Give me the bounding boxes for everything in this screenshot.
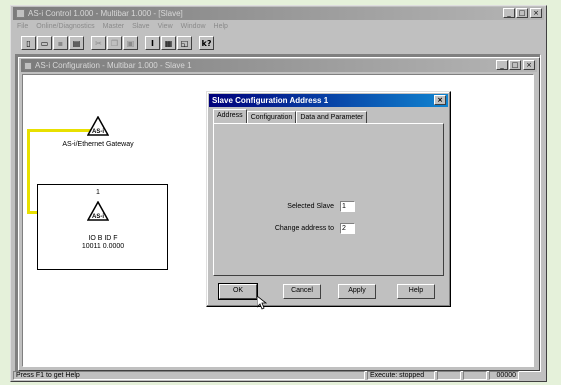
mouse-cursor-icon	[257, 296, 267, 310]
app-title: AS-i Control 1.000 - Multibar 1.000 - [S…	[28, 9, 183, 18]
selected-slave-label: Selected Slave	[287, 203, 334, 210]
dialog-titlebar[interactable]: Slave Configuration Address 1 ×	[209, 94, 448, 107]
slave-number: 1	[96, 189, 100, 196]
change-address-label: Change address to	[274, 225, 334, 232]
toolbar: ▯ ▭ ▪ ▤ ✂ ❐ ▣ I ▦ ◱ k?	[13, 34, 544, 52]
slave-configuration-dialog: Slave Configuration Address 1 × Address …	[206, 91, 451, 307]
svg-text:AS-i: AS-i	[92, 214, 104, 220]
status-blank-2	[463, 370, 487, 380]
menu-master[interactable]: Master	[103, 21, 124, 33]
slave-icon[interactable]: AS-i	[87, 201, 109, 221]
menu-slave[interactable]: Slave	[132, 21, 150, 33]
properties-icon[interactable]: ▦	[161, 36, 176, 50]
svg-text:AS-i: AS-i	[92, 129, 104, 135]
child-minimize-icon[interactable]: _	[496, 60, 508, 70]
child-close-icon[interactable]: ×	[523, 60, 535, 70]
menu-window[interactable]: Window	[181, 21, 206, 33]
apply-button[interactable]: Apply	[338, 284, 376, 299]
gateway-icon[interactable]: AS-i	[87, 116, 109, 136]
print-icon[interactable]: ▤	[69, 36, 84, 50]
paste-icon[interactable]: ▣	[123, 36, 138, 50]
connection-line-vertical	[27, 129, 30, 214]
status-blank-1	[437, 370, 461, 380]
status-help-text: Press F1 to get Help	[13, 370, 365, 380]
child-title: AS-i Configuration - Multibar 1.000 - Sl…	[35, 61, 192, 70]
menubar: File Online/Diagnostics Master Slave Vie…	[13, 21, 544, 33]
menu-online[interactable]: Online/Diagnostics	[36, 21, 94, 33]
minimize-icon[interactable]: _	[503, 8, 515, 18]
dialog-close-icon[interactable]: ×	[434, 95, 446, 105]
info-icon[interactable]: I	[145, 36, 160, 50]
status-execute: Execute: stopped	[367, 370, 435, 380]
child-titlebar[interactable]: AS-i Configuration - Multibar 1.000 - Sl…	[21, 59, 537, 72]
status-counter: 00000	[489, 370, 519, 380]
tab-configuration[interactable]: Configuration	[246, 111, 297, 123]
help-button[interactable]: Help	[397, 284, 435, 299]
slave-box[interactable]	[37, 184, 168, 270]
open-icon[interactable]: ▭	[37, 36, 52, 50]
menu-file[interactable]: File	[17, 21, 28, 33]
help-cursor-icon[interactable]: k?	[199, 36, 214, 50]
tab-data-and-parameter[interactable]: Data and Parameter	[296, 111, 368, 123]
statusbar: Press F1 to get Help Execute: stopped 00…	[13, 370, 544, 380]
cut-icon[interactable]: ✂	[91, 36, 106, 50]
tab-address[interactable]: Address	[213, 109, 247, 123]
menu-view[interactable]: View	[158, 21, 173, 33]
vertical-scrollbar[interactable]	[534, 74, 539, 367]
slave-io-label: IO B ID F	[88, 235, 118, 242]
copy-icon[interactable]: ❐	[107, 36, 122, 50]
dialog-tabs: Address Configuration Data and Parameter	[213, 109, 368, 123]
address-tab-panel: Selected Slave 1 Change address to 2	[213, 123, 444, 276]
window-icon[interactable]: ◱	[177, 36, 192, 50]
child-maximize-icon[interactable]: □	[509, 60, 521, 70]
child-icon	[24, 61, 32, 70]
gateway-label: AS-i/Ethernet Gateway	[62, 141, 134, 148]
main-titlebar[interactable]: AS-i Control 1.000 - Multibar 1.000 - [S…	[13, 7, 544, 20]
new-icon[interactable]: ▯	[21, 36, 36, 50]
save-icon[interactable]: ▪	[53, 36, 68, 50]
maximize-icon[interactable]: □	[516, 8, 528, 18]
slave-bits-label: 10011 0.0000	[81, 243, 125, 250]
change-address-field[interactable]: 2	[340, 223, 355, 234]
dialog-title: Slave Configuration Address 1	[212, 96, 329, 105]
cancel-button[interactable]: Cancel	[283, 284, 321, 299]
app-icon	[16, 9, 25, 18]
menu-help[interactable]: Help	[214, 21, 228, 33]
selected-slave-field[interactable]: 1	[340, 201, 355, 212]
ok-button[interactable]: OK	[218, 283, 258, 300]
close-icon[interactable]: ×	[530, 8, 542, 18]
